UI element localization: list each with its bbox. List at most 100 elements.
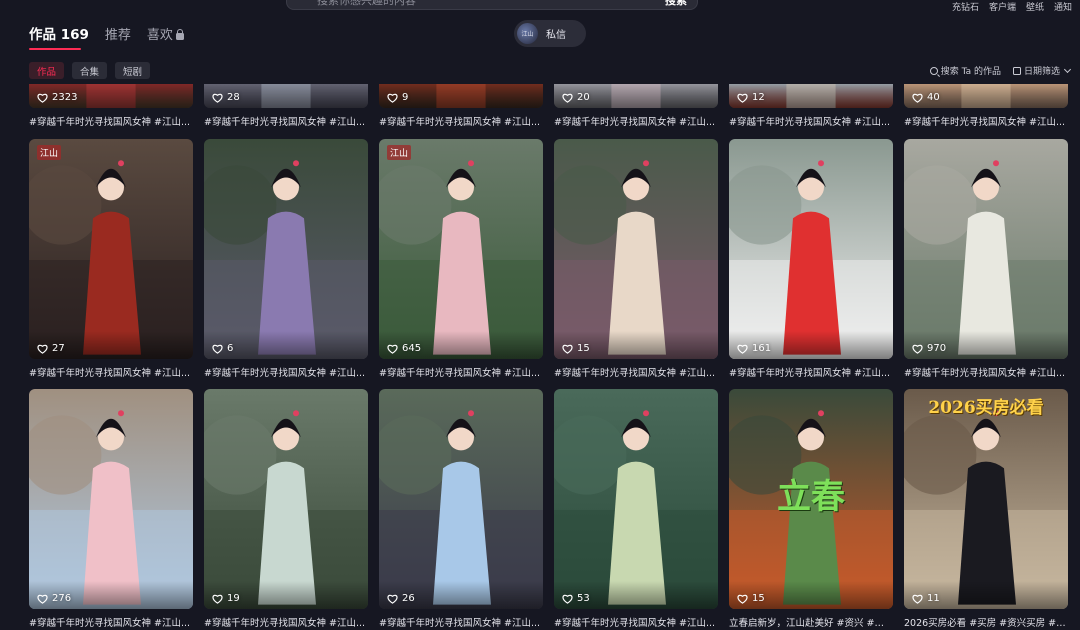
top-link-notify[interactable]: 通知 — [1054, 0, 1072, 13]
like-count-value: 970 — [927, 343, 947, 354]
video-card[interactable]: 26 #穿越千年时光寻找国风女神 #江山... — [379, 389, 543, 629]
tab-recommend[interactable]: 推荐 — [105, 24, 131, 43]
top-link-client[interactable]: 客户端 — [989, 0, 1016, 13]
video-title[interactable]: #穿越千年时光寻找国风女神 #江山... — [554, 365, 718, 379]
like-count-value: 40 — [927, 92, 940, 103]
calendar-icon — [1012, 66, 1021, 75]
video-title[interactable]: #穿越千年时光寻找国风女神 #江山... — [729, 114, 893, 128]
video-title[interactable]: #穿越千年时光寻找国风女神 #江山... — [29, 365, 193, 379]
like-count-value: 9 — [402, 92, 409, 103]
video-thumbnail-image — [729, 139, 893, 359]
tab-works[interactable]: 作品 169 — [29, 23, 89, 43]
avatar: 江山 — [517, 23, 538, 44]
video-card[interactable]: 立春 15 立春启新岁，江山赴美好 #资兴 #汉... — [729, 389, 893, 629]
video-card[interactable]: 12 #穿越千年时光寻找国风女神 #江山... — [729, 84, 893, 128]
like-count-value: 645 — [402, 343, 422, 354]
date-filter-label: 日期筛选 — [1023, 67, 1060, 77]
video-title[interactable]: #穿越千年时光寻找国风女神 #江山... — [554, 615, 718, 629]
video-card[interactable]: 15 #穿越千年时光寻找国风女神 #江山... — [554, 139, 718, 379]
video-card[interactable]: 276 #穿越千年时光寻找国风女神 #江山... — [29, 389, 193, 629]
video-card[interactable]: 2026买房必看 11 2026买房必看 #买房 #资兴买房 #资... — [904, 389, 1068, 629]
like-count: 26 — [387, 593, 415, 604]
lock-icon — [175, 29, 184, 40]
chip-works[interactable]: 作品 — [29, 62, 65, 79]
watermark-logo: 江山 — [387, 145, 412, 160]
video-title[interactable]: #穿越千年时光寻找国风女神 #江山... — [904, 114, 1068, 128]
video-thumbnail: 28 — [204, 84, 368, 108]
video-card[interactable]: 28 #穿越千年时光寻找国风女神 #江山... — [204, 84, 368, 128]
chip-collections[interactable]: 合集 — [72, 62, 108, 79]
video-thumbnail-image — [29, 139, 193, 359]
heart-icon — [912, 594, 923, 604]
video-card[interactable]: 2323 #穿越千年时光寻找国风女神 #江山... — [29, 84, 193, 128]
overlay-text: 立春 — [777, 477, 845, 517]
heart-icon — [212, 93, 223, 103]
top-link-wallpaper[interactable]: 壁纸 — [1026, 0, 1044, 13]
heart-icon — [912, 344, 923, 354]
video-card[interactable]: 6 #穿越千年时光寻找国风女神 #江山... — [204, 139, 368, 379]
video-thumbnail: 970 — [904, 139, 1068, 359]
video-card[interactable]: 40 #穿越千年时光寻找国风女神 #江山... — [904, 84, 1068, 128]
video-card[interactable]: 9 #穿越千年时光寻找国风女神 #江山... — [379, 84, 543, 128]
like-count: 276 — [37, 593, 71, 604]
tab-likes[interactable]: 喜欢 — [147, 24, 184, 43]
video-card[interactable]: 53 #穿越千年时光寻找国风女神 #江山... — [554, 389, 718, 629]
heart-icon — [737, 594, 748, 604]
video-title[interactable]: #穿越千年时光寻找国风女神 #江山... — [204, 615, 368, 629]
video-title[interactable]: #穿越千年时光寻找国风女神 #江山... — [379, 114, 543, 128]
video-thumbnail: 9 — [379, 84, 543, 108]
like-count: 645 — [387, 343, 421, 354]
video-title[interactable]: #穿越千年时光寻找国风女神 #江山... — [204, 114, 368, 128]
date-filter-dropdown[interactable]: 日期筛选 — [1012, 64, 1072, 77]
video-card[interactable]: 20 #穿越千年时光寻找国风女神 #江山... — [554, 84, 718, 128]
top-link-diamond[interactable]: 充钻石 — [952, 0, 979, 13]
video-thumbnail: 276 — [29, 389, 193, 609]
search-placeholder: 搜索你感兴趣的内容 — [317, 0, 416, 7]
heart-icon — [387, 344, 398, 354]
video-thumbnail: 江山 27 — [29, 139, 193, 359]
video-card[interactable]: 江山 27 #穿越千年时光寻找国风女神 #江山... — [29, 139, 193, 379]
heart-icon — [37, 93, 48, 103]
like-count: 28 — [212, 92, 240, 103]
heart-icon — [37, 594, 48, 604]
video-thumbnail-image — [29, 389, 193, 609]
tab-likes-label: 喜欢 — [146, 28, 173, 43]
heart-icon — [562, 93, 573, 103]
video-title[interactable]: #穿越千年时光寻找国风女神 #江山... — [379, 615, 543, 629]
video-title[interactable]: #穿越千年时光寻找国风女神 #江山... — [379, 365, 543, 379]
video-card[interactable]: 江山 645 #穿越千年时光寻找国风女神 #江山... — [379, 139, 543, 379]
profile-page: 搜索你感兴趣的内容 搜索 充钻石 客户端 壁纸 通知 作品 169 推荐 喜欢 … — [0, 0, 1080, 630]
video-title[interactable]: #穿越千年时光寻找国风女神 #江山... — [729, 365, 893, 379]
video-thumbnail: 立春 15 — [729, 389, 893, 609]
video-title[interactable]: #穿越千年时光寻找国风女神 #江山... — [904, 365, 1068, 379]
heart-icon — [737, 344, 748, 354]
heart-icon — [387, 93, 398, 103]
video-title[interactable]: 2026买房必看 #买房 #资兴买房 #资... — [904, 615, 1068, 629]
video-title[interactable]: 立春启新岁，江山赴美好 #资兴 #汉... — [729, 615, 893, 629]
video-title[interactable]: #穿越千年时光寻找国风女神 #江山... — [554, 114, 718, 128]
like-count-value: 6 — [227, 343, 234, 354]
like-count-value: 15 — [752, 593, 765, 604]
video-thumbnail-image — [904, 389, 1068, 609]
video-title[interactable]: #穿越千年时光寻找国风女神 #江山... — [204, 365, 368, 379]
search-works-button[interactable]: 搜索 Ta 的作品 — [929, 64, 1001, 77]
video-thumbnail: 12 — [729, 84, 893, 108]
like-count: 970 — [912, 343, 946, 354]
profile-tabs: 作品 169 推荐 喜欢 — [29, 23, 184, 43]
video-card[interactable]: 161 #穿越千年时光寻找国风女神 #江山... — [729, 139, 893, 379]
like-count-value: 19 — [227, 593, 240, 604]
video-thumbnail: 40 — [904, 84, 1068, 108]
chip-short-drama[interactable]: 短剧 — [115, 62, 151, 79]
video-card[interactable]: 19 #穿越千年时光寻找国风女神 #江山... — [204, 389, 368, 629]
video-title[interactable]: #穿越千年时光寻找国风女神 #江山... — [29, 114, 193, 128]
like-count: 20 — [562, 92, 590, 103]
like-count-value: 12 — [752, 92, 765, 103]
direct-message-button[interactable]: 江山 私信 — [514, 20, 586, 47]
video-card[interactable]: 970 #穿越千年时光寻找国风女神 #江山... — [904, 139, 1068, 379]
heart-icon — [212, 594, 223, 604]
search-button[interactable]: 搜索 — [665, 0, 687, 8]
video-thumbnail: 53 — [554, 389, 718, 609]
video-thumbnail-image — [379, 389, 543, 609]
video-title[interactable]: #穿越千年时光寻找国风女神 #江山... — [29, 615, 193, 629]
search-input[interactable]: 搜索你感兴趣的内容 搜索 — [286, 0, 698, 10]
